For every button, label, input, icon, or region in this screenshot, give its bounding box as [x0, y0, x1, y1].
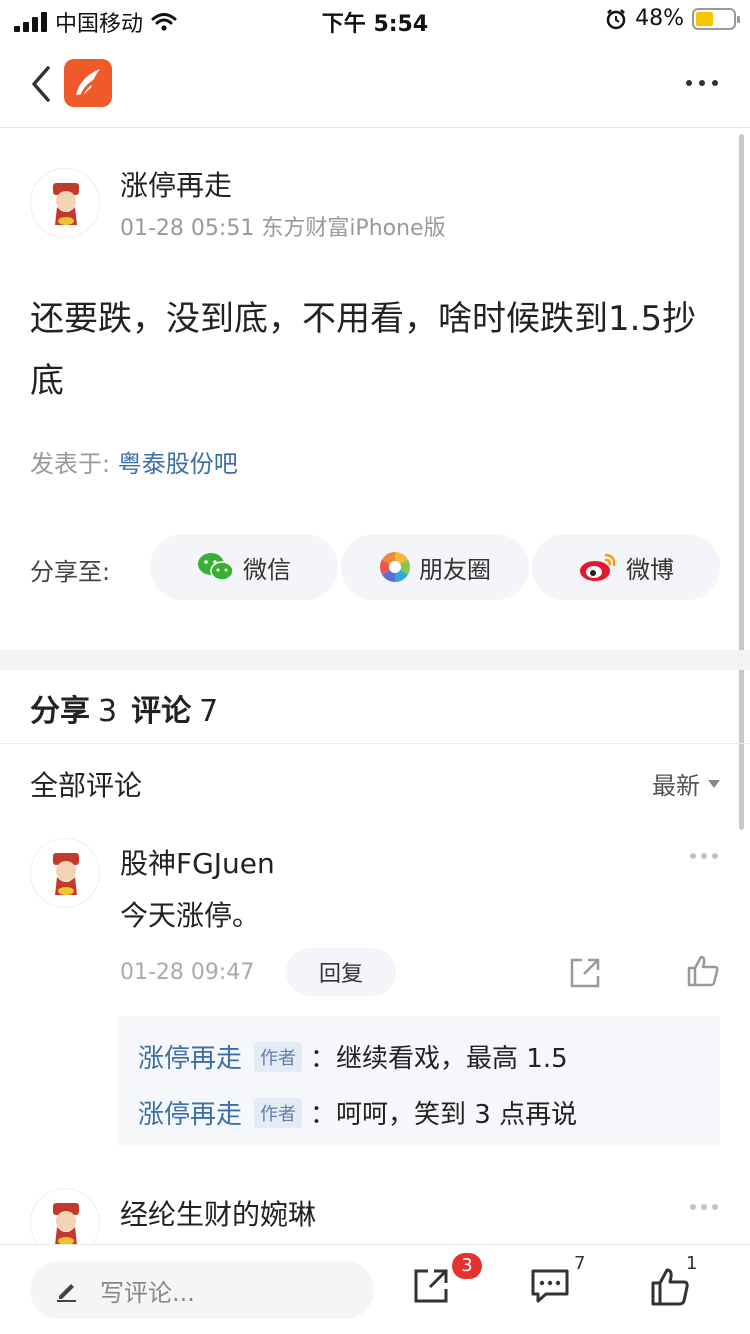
post-meta: 01-28 05:51 东方财富iPhone版 — [120, 216, 446, 241]
write-comment-placeholder: 写评论... — [100, 1278, 195, 1307]
status-bar: 中国移动 下午 5:54 48% — [0, 0, 750, 40]
like-icon[interactable] — [650, 1267, 690, 1307]
reply-author[interactable]: 涨停再走 — [138, 1038, 242, 1075]
post-author[interactable]: 涨停再走 — [120, 164, 232, 204]
comment-icon[interactable] — [530, 1267, 570, 1305]
sort-label: 最新 — [652, 772, 700, 800]
share-wechat-label: 微信 — [243, 555, 291, 584]
share-weibo-button[interactable]: 微博 — [532, 534, 720, 600]
comment-time: 01-28 09:47 — [120, 960, 255, 985]
comment-avatar[interactable] — [30, 838, 100, 908]
comment-author[interactable]: 经纶生财的婉琳 — [120, 1193, 316, 1233]
weibo-icon — [580, 553, 616, 581]
replies-box: 涨停再走 作者 ：继续看戏，最高 1.5 涨停再走 作者 ：呵呵，笑到 3 点再… — [118, 1016, 720, 1146]
nav-bar — [0, 40, 750, 128]
share-count: 3 — [98, 694, 118, 729]
forum-prefix: 发表于: — [30, 450, 118, 478]
share-weibo-label: 微博 — [626, 555, 674, 584]
status-right: 48% — [605, 6, 740, 31]
post-content: 还要跌，没到底，不用看，啥时候跌到1.5抄底 — [30, 299, 697, 401]
post-forum: 发表于: 粤泰股份吧 — [30, 444, 238, 479]
reply-text: ：继续看戏，最高 1.5 — [310, 1044, 568, 1074]
avatar[interactable] — [30, 168, 100, 238]
scrollbar[interactable] — [739, 134, 744, 830]
comment-more-icon[interactable] — [690, 853, 718, 859]
share-badge: 3 — [452, 1253, 482, 1279]
back-icon[interactable] — [26, 62, 56, 106]
reply-item[interactable]: 涨停再走 作者 ：继续看戏，最高 1.5 — [138, 1038, 568, 1075]
counts-bar: 分享 3 评论 7 — [30, 686, 232, 730]
divider — [0, 743, 750, 744]
reply-button[interactable]: 回复 — [286, 948, 396, 996]
comment-more-icon[interactable] — [690, 1204, 718, 1210]
wechat-icon — [198, 553, 234, 581]
author-tag: 作者 — [254, 1097, 303, 1128]
share-moments-button[interactable]: 朋友圈 — [341, 534, 529, 600]
like-count-badge: 1 — [686, 1253, 698, 1274]
alarm-icon — [606, 8, 626, 29]
forum-link[interactable]: 粤泰股份吧 — [118, 450, 238, 478]
like-icon[interactable] — [686, 954, 720, 988]
share-count-label[interactable]: 分享 — [30, 694, 90, 729]
sort-dropdown[interactable]: 最新 — [652, 766, 720, 801]
comment-count-badge: 7 — [574, 1253, 586, 1274]
reply-item[interactable]: 涨停再走 作者 ：呵呵，笑到 3 点再说 — [138, 1094, 577, 1131]
share-wechat-button[interactable]: 微信 — [150, 534, 338, 600]
comment-count-label[interactable]: 评论 — [131, 694, 191, 729]
more-options-icon[interactable] — [686, 80, 718, 86]
author-tag: 作者 — [254, 1041, 303, 1072]
comment-author[interactable]: 股神FGJuen — [120, 842, 275, 882]
share-icon[interactable] — [568, 956, 602, 990]
share-label: 分享至: — [30, 558, 111, 586]
comment-text: 今天涨停。 — [120, 899, 261, 932]
battery-icon — [692, 7, 740, 30]
share-icon[interactable] — [412, 1267, 450, 1305]
pencil-icon — [57, 1284, 76, 1302]
app-logo-icon — [64, 59, 112, 107]
all-comments-title: 全部评论 — [30, 769, 143, 802]
section-divider — [0, 650, 750, 670]
bottom-bar: 写评论... 3 7 1 — [0, 1244, 750, 1334]
moments-icon — [379, 552, 411, 582]
write-comment-input[interactable]: 写评论... — [30, 1261, 374, 1319]
comment-count: 7 — [199, 694, 219, 729]
reply-author[interactable]: 涨停再走 — [138, 1094, 242, 1131]
reply-text: ：呵呵，笑到 3 点再说 — [310, 1100, 578, 1130]
battery-percent: 48% — [635, 6, 684, 31]
share-moments-label: 朋友圈 — [419, 555, 491, 584]
caret-down-icon — [708, 779, 720, 788]
